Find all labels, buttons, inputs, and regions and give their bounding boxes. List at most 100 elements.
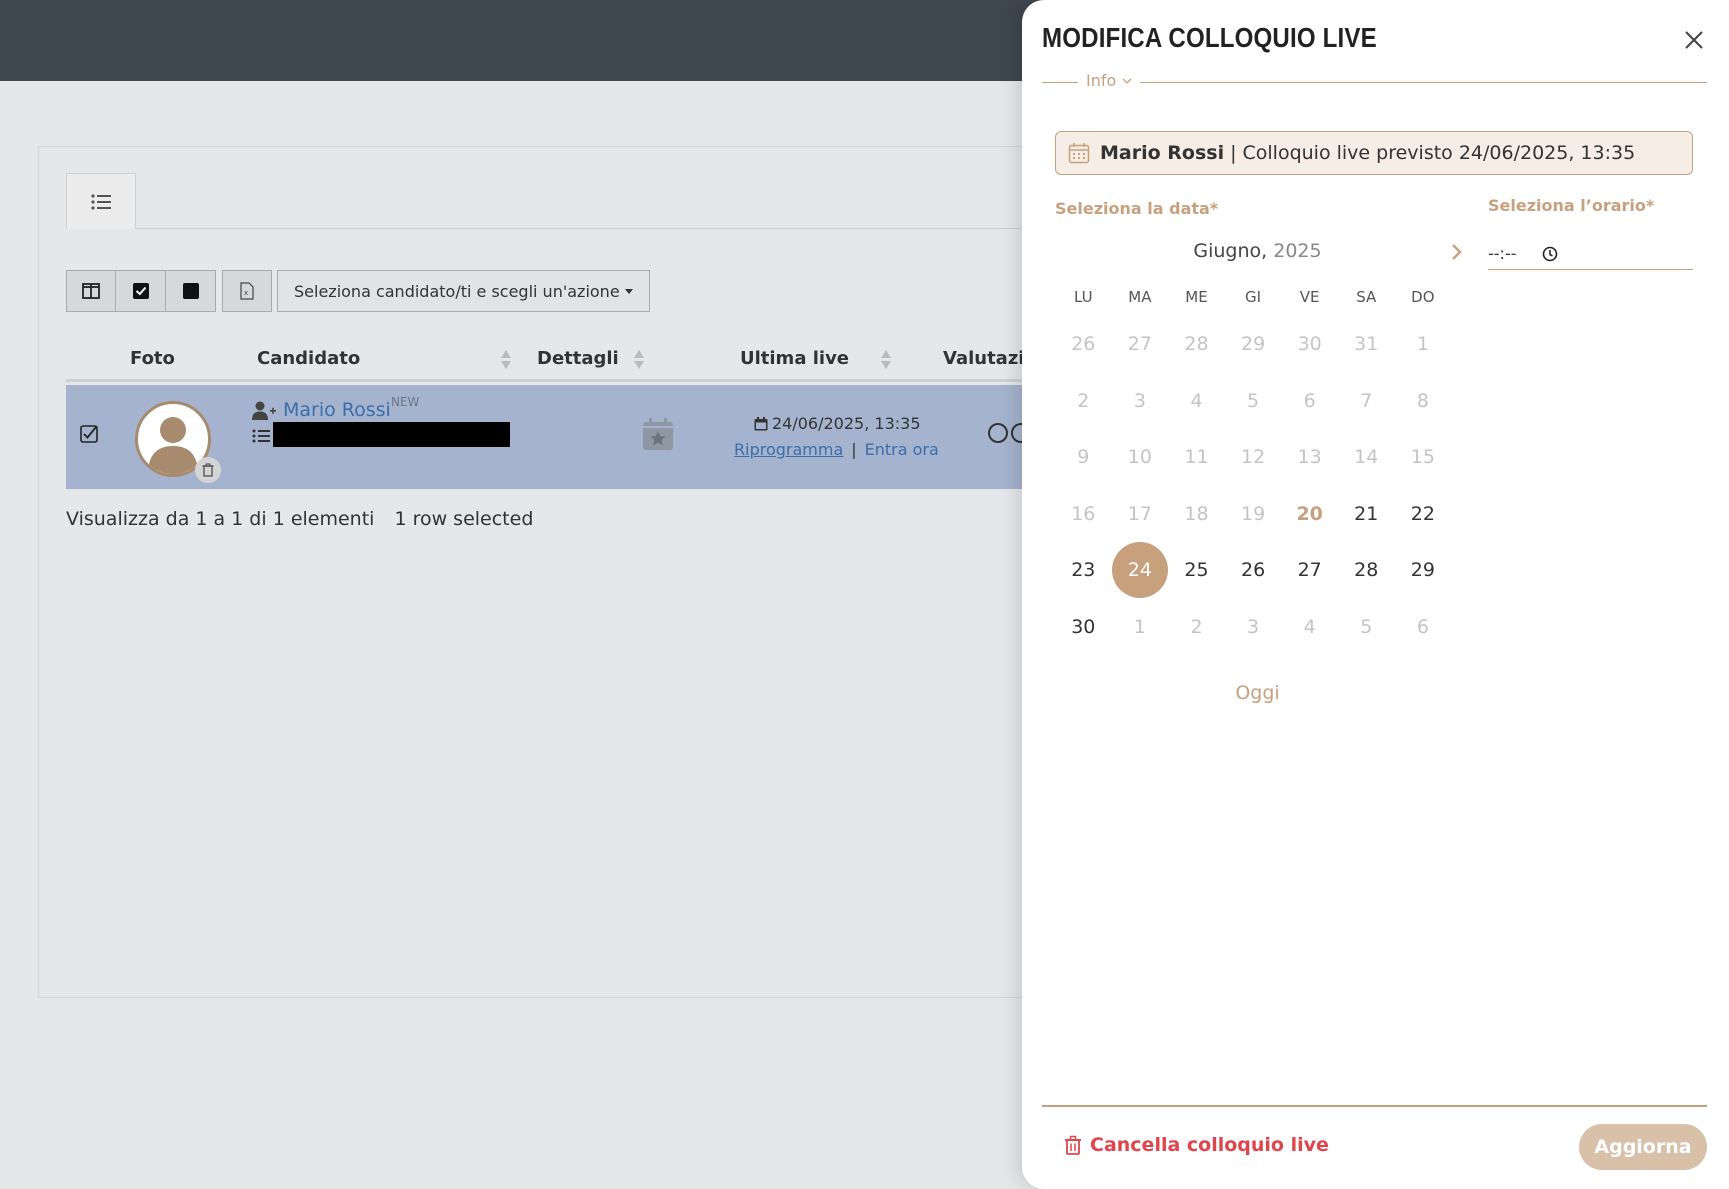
list-icon (91, 193, 111, 210)
calendar-day-disabled: 13 (1297, 446, 1322, 469)
weekday-label: DO (1411, 288, 1435, 306)
date-label: Seleziona la data* (1055, 199, 1219, 218)
table-row[interactable]: Mario Rossi NEW 24/06/2025, 13:35 Riprog… (66, 385, 1146, 489)
calendar-day[interactable]: 22 (1395, 486, 1452, 542)
caret-down-icon (624, 288, 633, 294)
calendar-day-selected[interactable]: 24 (1111, 542, 1169, 599)
calendar-day-disabled: 9 (1077, 446, 1090, 469)
clock-icon[interactable] (1542, 246, 1558, 262)
time-input-value: --:-- (1488, 244, 1517, 263)
calendar-week: 9 10 11 12 13 14 15 (1055, 429, 1460, 486)
selected-day-label: 24 (1111, 542, 1168, 599)
time-input[interactable]: --:-- (1488, 238, 1693, 270)
calendar-day[interactable]: 21 (1338, 486, 1395, 542)
delete-photo-button[interactable] (195, 457, 221, 483)
calendar-day[interactable]: 23 (1055, 542, 1112, 598)
calendar-day[interactable]: 28 (1338, 542, 1395, 598)
calendar-icon (754, 416, 768, 430)
new-badge: NEW (391, 395, 420, 409)
list-icon (252, 429, 270, 443)
calendar-day-today[interactable]: 20 (1281, 486, 1338, 542)
today-button[interactable]: Oggi (1055, 682, 1460, 704)
tab-list-view[interactable] (66, 173, 136, 229)
calendar-day-disabled: 17 (1127, 502, 1152, 525)
weekday-label: ME (1185, 288, 1208, 306)
calendar-day[interactable]: 29 (1395, 542, 1452, 598)
year-name[interactable]: 2025 (1273, 240, 1321, 262)
calendar-week: 26 27 28 29 30 31 1 (1055, 316, 1460, 373)
calendar-day[interactable]: 30 (1055, 599, 1112, 655)
calendar-weeks: 26 27 28 29 30 31 1 2 3 4 5 6 7 8 9 10 1… (1055, 316, 1460, 655)
deselect-all-button[interactable] (166, 270, 216, 312)
info-section-toggle[interactable]: Info (1078, 71, 1141, 90)
calendar-day-disabled: 31 (1354, 333, 1379, 356)
calendar-day-disabled: 11 (1184, 446, 1209, 469)
sort-icon[interactable] (501, 350, 511, 370)
svg-text:x: x (244, 289, 248, 297)
panel-title: MODIFICA COLLOQUIO LIVE (1042, 22, 1377, 53)
calendar-day-disabled: 15 (1410, 446, 1435, 469)
columns-button[interactable] (66, 270, 116, 312)
calendar-day-other-month[interactable]: 6 (1395, 599, 1452, 655)
bulk-action-select[interactable]: Seleziona candidato/ti e scegli un'azion… (277, 270, 650, 312)
col-ultima-live[interactable]: Ultima live (740, 348, 849, 369)
rating-circle-icon[interactable] (988, 423, 1008, 443)
table-footer-info: Visualizza da 1 a 1 di 1 elementi 1 row … (66, 508, 533, 530)
table-toolbar: x Seleziona candidato/ti e scegli un'azi… (66, 270, 650, 312)
interview-info-box: Mario Rossi | Colloquio live previsto 24… (1055, 131, 1693, 175)
time-label: Seleziona l’orario* (1488, 196, 1655, 215)
calendar-day-other-month[interactable]: 3 (1225, 599, 1282, 655)
calendar-day[interactable]: 26 (1225, 542, 1282, 598)
calendar-day-disabled: 19 (1240, 502, 1266, 525)
delete-live-interview-button[interactable]: Cancella colloquio live (1064, 1134, 1329, 1156)
calendar-day-disabled: 5 (1247, 389, 1260, 412)
selection-info: 1 row selected (394, 508, 534, 530)
columns-icon (82, 283, 100, 299)
info-separator: | (1230, 142, 1237, 164)
calendar-week: 30 1 2 3 4 5 6 (1055, 599, 1460, 656)
calendar-day[interactable]: 27 (1281, 542, 1338, 598)
calendar-day-other-month[interactable]: 2 (1168, 599, 1225, 655)
footer-divider (1042, 1105, 1707, 1107)
calendar-day-disabled: 3 (1133, 389, 1146, 412)
update-button[interactable]: Aggiorna (1579, 1124, 1707, 1170)
pagination-info: Visualizza da 1 a 1 di 1 elementi (66, 508, 375, 530)
col-dettagli[interactable]: Dettagli (537, 348, 619, 369)
last-live-date-text: 24/06/2025, 13:35 (772, 414, 921, 433)
calendar-day-disabled: 4 (1190, 389, 1203, 412)
info-section-label: Info (1086, 71, 1117, 90)
last-live-date: 24/06/2025, 13:35 (754, 414, 921, 433)
live-actions: Riprogramma | Entra ora (734, 440, 939, 459)
calendar-day-disabled: 28 (1184, 333, 1209, 356)
edit-live-interview-panel: MODIFICA COLLOQUIO LIVE Info Mario Rossi… (1022, 0, 1729, 1189)
chevron-right-icon[interactable] (1450, 243, 1464, 261)
calendar-day-disabled: 7 (1360, 389, 1373, 412)
chevron-down-icon (1122, 78, 1132, 84)
select-all-button[interactable] (116, 270, 166, 312)
calendar-day-other-month[interactable]: 4 (1281, 599, 1338, 655)
calendar-icon (1068, 143, 1090, 164)
calendar-month-nav: Giugno, 2025 (1055, 238, 1462, 268)
tab-bar (66, 173, 1146, 229)
calendar-day[interactable]: 25 (1168, 542, 1225, 598)
candidate-name-link[interactable]: Mario Rossi (283, 399, 391, 421)
col-candidato[interactable]: Candidato (257, 348, 360, 369)
close-icon[interactable] (1682, 28, 1706, 52)
calendar-day-disabled: 14 (1354, 446, 1379, 469)
candidates-card: x Seleziona candidato/ti e scegli un'azi… (38, 146, 1146, 998)
sort-icon[interactable] (634, 350, 644, 370)
weekday-label: SA (1356, 288, 1377, 306)
calendar-day-other-month[interactable]: 1 (1112, 599, 1169, 655)
sort-icon[interactable] (881, 350, 891, 370)
col-foto[interactable]: Foto (130, 348, 175, 369)
calendar-star-icon[interactable] (642, 417, 674, 451)
calendar-day-other-month[interactable]: 5 (1338, 599, 1395, 655)
reschedule-link[interactable]: Riprogramma (734, 440, 843, 459)
section-divider (1042, 82, 1707, 83)
trash-icon (202, 463, 214, 477)
calendar-day-disabled: 29 (1240, 333, 1266, 356)
weekday-header: LU MA ME GI VE SA DO (1055, 288, 1460, 306)
export-excel-button[interactable]: x (222, 270, 272, 312)
enter-now-link[interactable]: Entra ora (865, 440, 939, 459)
row-checkbox-checked-icon[interactable] (80, 425, 98, 443)
